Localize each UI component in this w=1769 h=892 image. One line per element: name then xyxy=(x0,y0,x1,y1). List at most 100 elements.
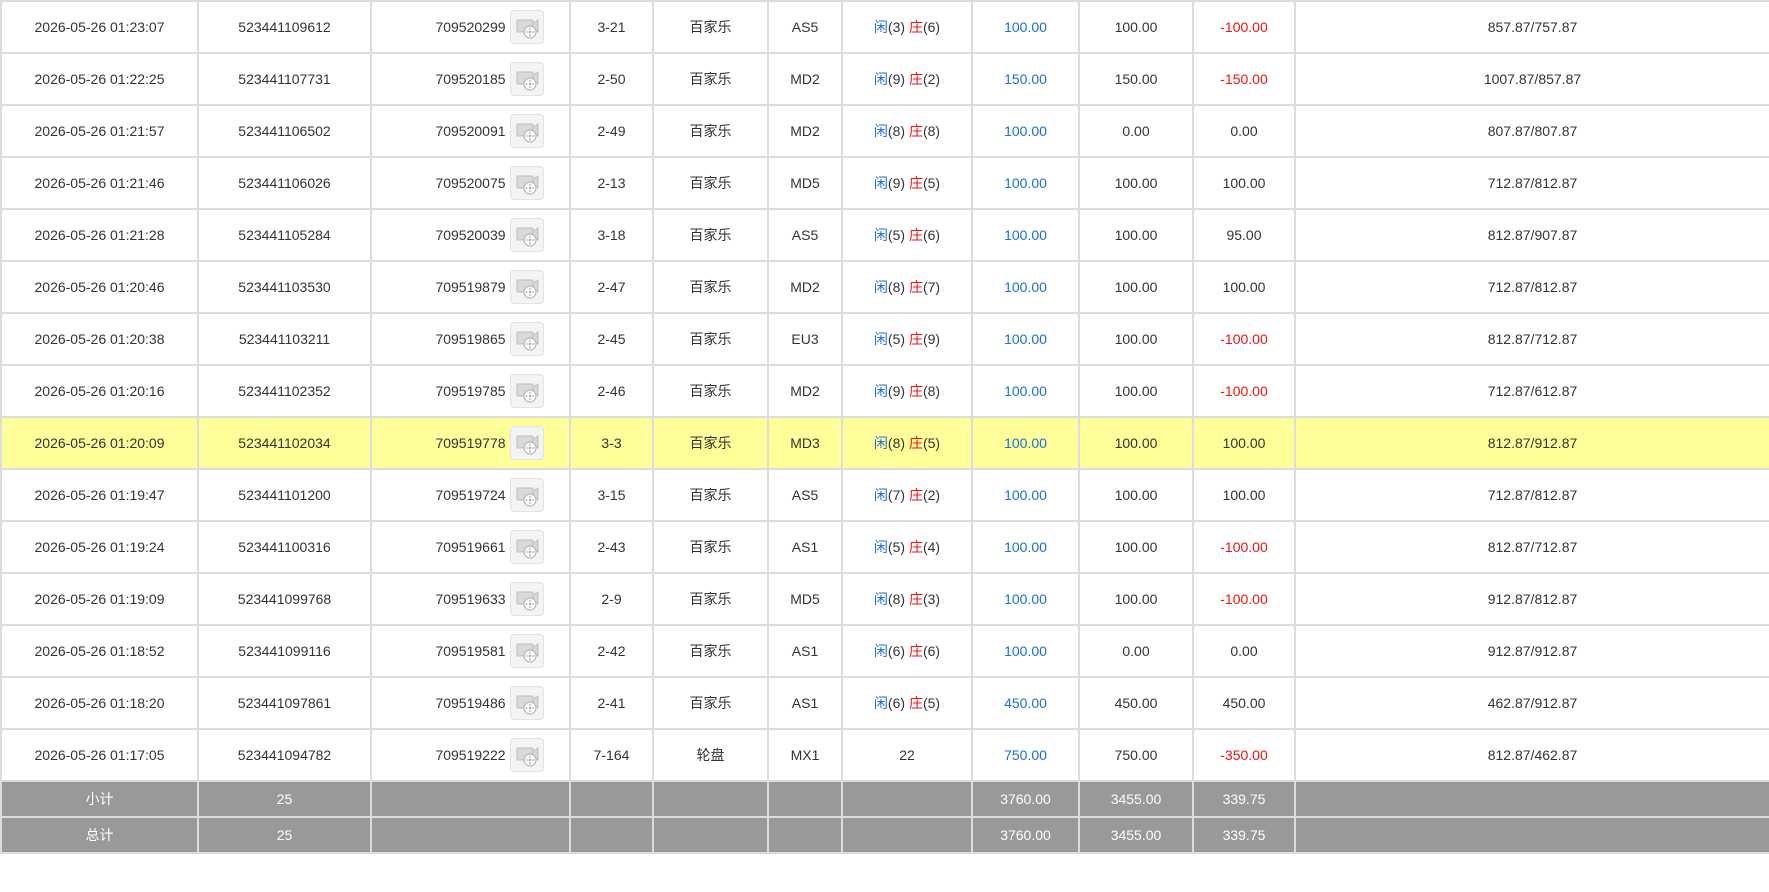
bet-time: 2026-05-26 01:21:28 xyxy=(0,208,199,262)
game-number: 709520091 xyxy=(435,123,506,139)
win-loss: -100.00 xyxy=(1192,572,1296,626)
balance-change: 462.87/912.87 xyxy=(1294,676,1769,730)
bet-time: 2026-05-26 01:20:16 xyxy=(0,364,199,418)
bet-amount: 100.00 xyxy=(971,0,1080,54)
replay-button[interactable] xyxy=(509,478,544,512)
game-result: 闲(5) 庄(6) xyxy=(841,208,973,262)
win-loss: 95.00 xyxy=(1192,208,1296,262)
bet-number: 523441103530 xyxy=(197,260,372,314)
valid-bet: 0.00 xyxy=(1078,104,1194,158)
banker-label: 庄 xyxy=(908,19,923,35)
table-code: AS5 xyxy=(767,208,843,262)
replay-button[interactable] xyxy=(509,10,544,44)
game-result: 闲(8) 庄(8) xyxy=(841,104,973,158)
replay-button[interactable] xyxy=(509,166,544,200)
replay-button[interactable] xyxy=(509,218,544,252)
film-reel-icon xyxy=(516,383,539,403)
game-type: 百家乐 xyxy=(652,208,769,262)
bet-amount: 100.00 xyxy=(971,468,1080,522)
game-result: 闲(5) 庄(4) xyxy=(841,520,973,574)
total-win: 339.75 xyxy=(1192,816,1296,854)
replay-button[interactable] xyxy=(509,738,544,772)
bet-number: 523441105284 xyxy=(197,208,372,262)
player-label: 闲 xyxy=(873,487,888,503)
player-label: 闲 xyxy=(873,539,888,555)
bet-number: 523441102352 xyxy=(197,364,372,418)
table-row: 2026-05-26 01:23:07 523441109612 7095202… xyxy=(0,0,1769,54)
game-number-cell: 709519865 xyxy=(370,312,571,366)
balance-change: 807.87/807.87 xyxy=(1294,104,1769,158)
table-code: MD2 xyxy=(767,364,843,418)
table-code: AS5 xyxy=(767,468,843,522)
film-reel-icon xyxy=(516,227,539,247)
balance-change: 812.87/712.87 xyxy=(1294,312,1769,366)
replay-button[interactable] xyxy=(509,374,544,408)
banker-points: (5) xyxy=(922,435,941,451)
player-label: 闲 xyxy=(873,435,888,451)
bet-amount: 100.00 xyxy=(971,364,1080,418)
bet-number: 523441094782 xyxy=(197,728,372,782)
replay-button[interactable] xyxy=(509,426,544,460)
table-row: 2026-05-26 01:18:52 523441099116 7095195… xyxy=(0,624,1769,678)
game-result: 闲(8) 庄(3) xyxy=(841,572,973,626)
shoe-round: 2-47 xyxy=(569,260,654,314)
film-reel-icon xyxy=(516,331,539,351)
player-label: 闲 xyxy=(873,19,888,35)
banker-points: (5) xyxy=(922,695,941,711)
balance-change: 712.87/812.87 xyxy=(1294,156,1769,210)
shoe-round: 3-3 xyxy=(569,416,654,470)
balance-change: 1007.87/857.87 xyxy=(1294,52,1769,106)
banker-points: (3) xyxy=(922,591,941,607)
replay-button[interactable] xyxy=(509,62,544,96)
bet-amount: 100.00 xyxy=(971,520,1080,574)
table-code: MD5 xyxy=(767,156,843,210)
bet-number: 523441097861 xyxy=(197,676,372,730)
total-bet: 3760.00 xyxy=(971,816,1080,854)
valid-bet: 150.00 xyxy=(1078,52,1194,106)
subtotal-count: 25 xyxy=(197,780,372,818)
table-code: MD3 xyxy=(767,416,843,470)
win-loss: -100.00 xyxy=(1192,364,1296,418)
player-points: (5) xyxy=(887,539,906,555)
replay-button[interactable] xyxy=(509,582,544,616)
balance-change: 812.87/907.87 xyxy=(1294,208,1769,262)
balance-change: 712.87/812.87 xyxy=(1294,468,1769,522)
table-row: 2026-05-26 01:21:28 523441105284 7095200… xyxy=(0,208,1769,262)
game-number-cell: 709519785 xyxy=(370,364,571,418)
player-label: 闲 xyxy=(873,175,888,191)
table-code: EU3 xyxy=(767,312,843,366)
replay-button[interactable] xyxy=(509,634,544,668)
replay-button[interactable] xyxy=(509,270,544,304)
table-code: MD5 xyxy=(767,572,843,626)
table-code: MD2 xyxy=(767,104,843,158)
replay-button[interactable] xyxy=(509,322,544,356)
player-label: 闲 xyxy=(873,695,888,711)
replay-button[interactable] xyxy=(509,686,544,720)
game-number: 709519778 xyxy=(435,435,506,451)
game-type: 百家乐 xyxy=(652,0,769,54)
game-result: 闲(8) 庄(7) xyxy=(841,260,973,314)
replay-button[interactable] xyxy=(509,114,544,148)
banker-points: (7) xyxy=(922,279,941,295)
banker-label: 庄 xyxy=(908,487,923,503)
player-points: (8) xyxy=(887,435,906,451)
game-number-cell: 709519778 xyxy=(370,416,571,470)
win-loss: 100.00 xyxy=(1192,260,1296,314)
shoe-round: 2-9 xyxy=(569,572,654,626)
film-reel-icon xyxy=(516,591,539,611)
subtotal-row: 小计 25 3760.00 3455.00 339.75 xyxy=(0,780,1769,818)
player-label: 闲 xyxy=(873,643,888,659)
valid-bet: 0.00 xyxy=(1078,624,1194,678)
balance-change: 712.87/612.87 xyxy=(1294,364,1769,418)
game-type: 百家乐 xyxy=(652,676,769,730)
game-number: 709520299 xyxy=(435,19,506,35)
game-result: 闲(6) 庄(5) xyxy=(841,676,973,730)
game-number-cell: 709519661 xyxy=(370,520,571,574)
valid-bet: 100.00 xyxy=(1078,364,1194,418)
replay-button[interactable] xyxy=(509,530,544,564)
game-result: 闲(9) 庄(2) xyxy=(841,52,973,106)
banker-label: 庄 xyxy=(908,643,923,659)
banker-points: (2) xyxy=(922,71,941,87)
valid-bet: 100.00 xyxy=(1078,260,1194,314)
bet-number: 523441103211 xyxy=(197,312,372,366)
